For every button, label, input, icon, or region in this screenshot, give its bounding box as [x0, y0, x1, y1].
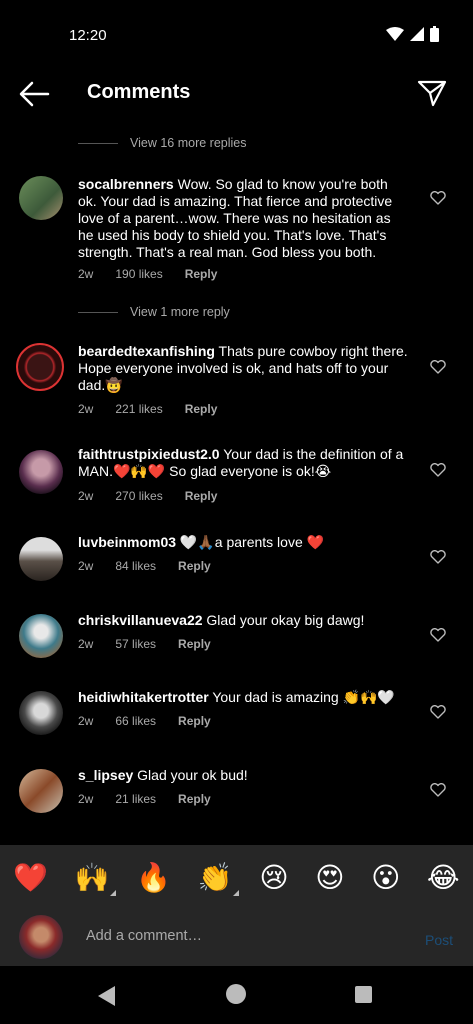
status-time: 12:20: [69, 27, 107, 44]
comment-time: 2w: [78, 489, 94, 503]
nav-home-icon[interactable]: [226, 984, 246, 1004]
comment-likes[interactable]: 21 likes: [115, 792, 156, 806]
avatar[interactable]: [19, 537, 63, 581]
comment-body: 🤍🙏🏾a parents love ❤️: [176, 534, 325, 550]
comment-meta: 2w 66 likes Reply: [78, 714, 233, 728]
comment-username[interactable]: beardedtexanfishing: [78, 343, 215, 359]
emoji-quick-bar: ❤️ 🙌 🔥 👏 😢 😍 😮 😂: [0, 845, 473, 909]
comment-username[interactable]: faithtrustpixiedust2.0: [78, 446, 220, 462]
nav-back-icon[interactable]: [98, 986, 116, 1006]
comment-meta: 2w 57 likes Reply: [78, 637, 233, 651]
comment-time: 2w: [78, 559, 94, 573]
comment-time: 2w: [78, 402, 94, 416]
like-heart-icon[interactable]: [430, 783, 446, 797]
emoji-glyph: 👏: [197, 861, 233, 893]
comment-username[interactable]: heidiwhitakertrotter: [78, 689, 209, 705]
comment-likes[interactable]: 270 likes: [115, 489, 162, 503]
skin-tone-indicator: [109, 889, 116, 896]
like-heart-icon[interactable]: [430, 463, 446, 477]
emoji-tears-of-joy[interactable]: 😂: [427, 861, 460, 894]
emoji-heart-eyes[interactable]: 😍: [315, 861, 344, 894]
divider-line: [78, 142, 118, 144]
comment-time: 2w: [78, 637, 94, 651]
comment-text: heidiwhitakertrotter Your dad is amazing…: [78, 689, 410, 706]
avatar[interactable]: [16, 343, 64, 391]
view-more-replies[interactable]: View 1 more reply: [78, 305, 230, 319]
like-heart-icon[interactable]: [430, 191, 446, 205]
comment-likes[interactable]: 66 likes: [115, 714, 156, 728]
comment-time: 2w: [78, 714, 94, 728]
comment-text: socalbrenners Wow. So glad to know you'r…: [78, 176, 410, 261]
comment-username[interactable]: socalbrenners: [78, 176, 174, 192]
comment-composer: Add a comment… Post: [0, 909, 473, 966]
comment-text: luvbeinmom03 🤍🙏🏾a parents love ❤️: [78, 534, 410, 551]
reply-button[interactable]: Reply: [178, 792, 211, 806]
comment-meta: 2w 84 likes Reply: [78, 559, 233, 573]
reply-button[interactable]: Reply: [178, 559, 211, 573]
system-nav-bar: [0, 966, 473, 1024]
comment-username[interactable]: s_lipsey: [78, 767, 133, 783]
comment-time: 2w: [78, 267, 94, 281]
comment-likes[interactable]: 221 likes: [115, 402, 162, 416]
comment-body: Your dad is amazing 👏🙌🤍: [208, 689, 395, 705]
current-user-avatar: [19, 915, 63, 959]
like-heart-icon[interactable]: [430, 628, 446, 642]
nav-recents-icon[interactable]: [355, 986, 372, 1003]
top-app-bar: Comments: [0, 70, 473, 120]
comment-meta: 2w 21 likes Reply: [78, 792, 233, 806]
reply-button[interactable]: Reply: [178, 637, 211, 651]
send-direct-icon[interactable]: [417, 78, 447, 108]
comment-body: Glad your okay big dawg!: [202, 612, 365, 628]
comment-text: s_lipsey Glad your ok bud!: [78, 767, 410, 784]
emoji-fire[interactable]: 🔥: [136, 861, 171, 894]
reply-button[interactable]: Reply: [185, 267, 218, 281]
emoji-clapping-hands[interactable]: 👏: [197, 861, 239, 896]
view-more-replies[interactable]: View 16 more replies: [78, 136, 247, 150]
reply-button[interactable]: Reply: [185, 402, 218, 416]
status-icons: [386, 26, 439, 42]
comment-likes[interactable]: 57 likes: [115, 637, 156, 651]
comment-likes[interactable]: 84 likes: [115, 559, 156, 573]
like-heart-icon[interactable]: [430, 360, 446, 374]
comment-meta: 2w 270 likes Reply: [78, 489, 239, 503]
comment-text: faithtrustpixiedust2.0 Your dad is the d…: [78, 446, 410, 480]
comment-time: 2w: [78, 792, 94, 806]
like-heart-icon[interactable]: [430, 705, 446, 719]
avatar[interactable]: [19, 614, 63, 658]
wifi-icon: [386, 27, 404, 41]
back-arrow-icon[interactable]: [18, 80, 50, 108]
view-replies-label: View 16 more replies: [130, 136, 247, 150]
emoji-open-mouth[interactable]: 😮: [371, 861, 400, 894]
avatar[interactable]: [19, 769, 63, 813]
avatar[interactable]: [19, 450, 63, 494]
status-bar: 12:20: [0, 0, 473, 70]
avatar[interactable]: [19, 176, 63, 220]
view-replies-label: View 1 more reply: [130, 305, 230, 319]
reply-button[interactable]: Reply: [178, 714, 211, 728]
comment-text: chriskvillanueva22 Glad your okay big da…: [78, 612, 410, 629]
reply-button[interactable]: Reply: [185, 489, 218, 503]
comment-meta: 2w 221 likes Reply: [78, 402, 239, 416]
signal-icon: [410, 27, 424, 41]
emoji-red-heart[interactable]: ❤️: [13, 861, 48, 894]
comment-likes[interactable]: 190 likes: [115, 267, 162, 281]
comment-username[interactable]: chriskvillanueva22: [78, 612, 203, 628]
post-button[interactable]: Post: [425, 932, 453, 948]
comment-input[interactable]: Add a comment…: [86, 928, 202, 944]
comment-body: Glad your ok bud!: [133, 767, 248, 783]
comment-text: beardedtexanfishing Thats pure cowboy ri…: [78, 343, 410, 394]
page-title: Comments: [87, 81, 191, 103]
skin-tone-indicator: [232, 889, 239, 896]
divider-line: [78, 311, 118, 313]
like-heart-icon[interactable]: [430, 550, 446, 564]
avatar[interactable]: [19, 691, 63, 735]
emoji-raised-hands[interactable]: 🙌: [74, 861, 116, 896]
comment-username[interactable]: luvbeinmom03: [78, 534, 176, 550]
emoji-glyph: 🙌: [74, 861, 110, 893]
battery-icon: [430, 26, 439, 42]
comment-meta: 2w 190 likes Reply: [78, 267, 239, 281]
emoji-crying-face[interactable]: 😢: [259, 861, 288, 894]
